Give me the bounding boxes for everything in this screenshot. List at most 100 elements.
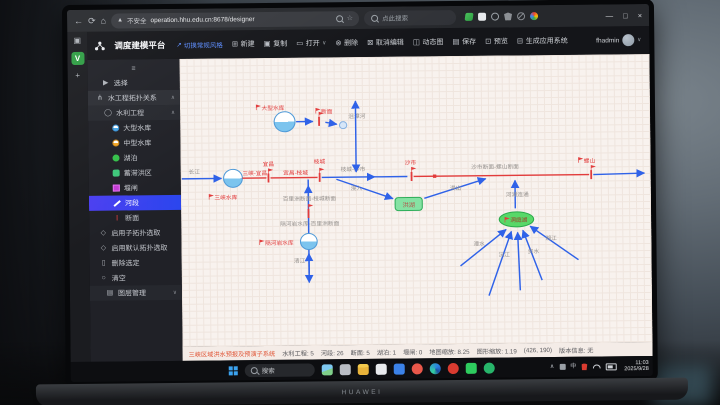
battery-icon[interactable]: [605, 363, 616, 370]
node-daxing-reservoir[interactable]: [274, 112, 295, 132]
sidebar-menu-toggle[interactable]: ≡: [88, 61, 180, 76]
label-sanxia-reservoir: 三峡水库: [214, 193, 237, 201]
sidebar-group-topology[interactable]: ⋔ 水工程拓扑关系 ∧: [88, 90, 180, 106]
sidebar-action-clear[interactable]: ○ 清空: [90, 270, 182, 286]
wechat-icon[interactable]: [466, 362, 477, 373]
generate-app-button[interactable]: ⊟ 生成应用系统: [517, 36, 568, 47]
sidebar-item-large-reservoir[interactable]: 大型水库: [88, 120, 180, 136]
large-reservoir-label: 大型水库: [123, 123, 151, 133]
copy-label: 复制: [273, 39, 287, 49]
profile-avatar-icon[interactable]: [530, 12, 538, 20]
app-title: 调度建模平台: [114, 39, 165, 52]
sidebar-item-select[interactable]: ▶ 选择: [88, 75, 180, 91]
tray-app-icon[interactable]: [559, 364, 565, 370]
edge-xiangjiang[interactable]: [523, 230, 542, 280]
sidebar-item-medium-reservoir[interactable]: 中型水库: [88, 135, 180, 151]
flood-area-icon: [113, 170, 120, 177]
address-search-icon[interactable]: [336, 15, 343, 22]
sidebar-action-enable-subtopology[interactable]: ◇ 启用子拓扑选取: [89, 225, 181, 241]
sidebar-item-river-reach[interactable]: 河段: [89, 195, 181, 211]
new-tab-icon[interactable]: +: [75, 72, 80, 80]
label-honghu: 洪湖: [402, 201, 415, 209]
file-explorer-icon[interactable]: [358, 363, 369, 374]
bookmark-star-icon[interactable]: ☆: [347, 14, 353, 22]
close-button[interactable]: ×: [638, 11, 642, 20]
url-text[interactable]: operation.hhu.edu.cn:8678/designer: [150, 15, 331, 24]
label-sanxia-yichang: 三峡-宜昌: [242, 169, 267, 177]
node-luoshan-section[interactable]: [591, 165, 595, 179]
cancel-edit-button[interactable]: ⊠ 取消编辑: [367, 38, 404, 48]
refresh-icon[interactable]: ⟳: [88, 16, 96, 25]
browser-search-box[interactable]: 点此搜索: [364, 9, 456, 25]
edge-zishui[interactable]: [518, 232, 521, 290]
sidebar-item-weir[interactable]: 堰闸: [89, 180, 181, 196]
edge-zhicheng-shashi-a[interactable]: [322, 177, 375, 178]
edge-lishui[interactable]: [460, 229, 506, 265]
search-placeholder[interactable]: 点此搜索: [382, 12, 408, 22]
delete-button[interactable]: ⊗ 删除: [335, 38, 358, 48]
wifi-icon[interactable]: [592, 364, 600, 368]
sidebar-action-delete-selected[interactable]: ▯ 删除选定: [90, 255, 182, 271]
tab-list-icon[interactable]: ▣: [73, 37, 81, 45]
save-button[interactable]: ▤ 保存: [452, 37, 476, 47]
ime-indicator[interactable]: 中: [570, 364, 576, 370]
label-juzhanghe: 沮漳河: [348, 112, 366, 120]
active-tab-favicon[interactable]: V: [71, 52, 84, 65]
open-button[interactable]: ▭ 打开 ∨: [296, 38, 326, 48]
maximize-button[interactable]: □: [623, 11, 628, 20]
edge-manru[interactable]: [336, 179, 393, 200]
extension-icon-ring[interactable]: [491, 13, 499, 21]
edge-shashi-luoshan[interactable]: [414, 175, 589, 177]
node-sanxia-reservoir[interactable]: [223, 169, 242, 187]
sidebar-group-project[interactable]: ◯ 水利工程 ∧: [88, 105, 180, 121]
mail-app-icon[interactable]: [376, 363, 387, 374]
node-bailizhou-section[interactable]: [308, 204, 312, 218]
green-app-icon[interactable]: [484, 362, 495, 373]
windows-start-icon[interactable]: [229, 366, 238, 375]
widgets-icon[interactable]: [322, 364, 333, 375]
copy-button[interactable]: ▣ 复制: [264, 39, 288, 49]
topology-canvas[interactable]: 长江 三峡水库 三峡-宜昌 宜昌 宜昌-枝城 枝城 枝城-沙市: [179, 54, 652, 347]
cross-section-label: 断面: [125, 213, 139, 223]
sidebar-item-lake[interactable]: 湖泊: [88, 150, 180, 166]
dynamic-graph-button[interactable]: ◫ 动态图: [413, 37, 444, 47]
stat-map-zoom: 地图缩放: 8.25: [429, 346, 469, 355]
node-shashi-section[interactable]: [411, 167, 415, 181]
blocker-icon[interactable]: [517, 12, 525, 20]
new-button[interactable]: ⊞ 新建: [232, 39, 255, 49]
shield-icon[interactable]: [504, 12, 512, 20]
sidebar-item-flood-area[interactable]: 蓄滞洪区: [89, 165, 181, 181]
taskbar-search-box[interactable]: 搜索: [245, 363, 315, 377]
tool-sidebar: ≡ ▶ 选择 ⋔ 水工程拓扑关系 ∧ ◯ 水利工程 ∧: [87, 59, 182, 362]
blue-app-icon[interactable]: [394, 363, 405, 374]
address-bar[interactable]: ▲ 不安全 operation.hhu.edu.cn:8678/designer…: [111, 11, 359, 29]
user-menu[interactable]: fhadmin ∨: [596, 34, 641, 46]
node-juzhanghe[interactable]: [339, 122, 346, 129]
red-app-icon[interactable]: [448, 362, 459, 373]
node-zhicheng-section[interactable]: [320, 168, 324, 182]
back-icon[interactable]: ←: [74, 16, 83, 25]
sidebar-action-enable-default[interactable]: ◇ 启用默认拓扑选取: [89, 240, 181, 256]
node-yichang-section[interactable]: [268, 169, 272, 183]
not-secure-label[interactable]: 不安全: [127, 15, 147, 25]
taskbar-search-icon: [251, 367, 258, 374]
security-tray-icon[interactable]: [581, 363, 587, 370]
system-tray: ∧ 中 11:03 2025/9/28: [550, 356, 649, 377]
sidebar-group-layers[interactable]: ▤ 图层管理 ∨: [90, 285, 182, 301]
extension-icon-doc[interactable]: [478, 13, 486, 21]
sidebar-item-cross-section[interactable]: Ι 断面: [89, 210, 181, 226]
home-icon[interactable]: ⌂: [101, 16, 107, 25]
node-geheyan-reservoir[interactable]: [300, 233, 317, 249]
edge-section-juzhanghe[interactable]: [325, 122, 337, 124]
tray-expand-icon[interactable]: ∧: [550, 364, 554, 370]
edge-browser-icon[interactable]: [430, 363, 441, 374]
minimize-button[interactable]: —: [606, 11, 614, 20]
preview-button[interactable]: ⊡ 预览: [485, 36, 508, 46]
label-qingjiang: 清江: [294, 257, 306, 265]
edge-luoshan-out[interactable]: [593, 173, 644, 175]
taskbar-clock[interactable]: 11:03 2025/9/28: [624, 359, 649, 372]
search-app-icon[interactable]: [412, 363, 423, 374]
task-view-icon[interactable]: [340, 364, 351, 375]
extension-icon-green[interactable]: [465, 13, 474, 21]
style-switch-link[interactable]: ↗ 切换常规风格: [176, 39, 223, 49]
